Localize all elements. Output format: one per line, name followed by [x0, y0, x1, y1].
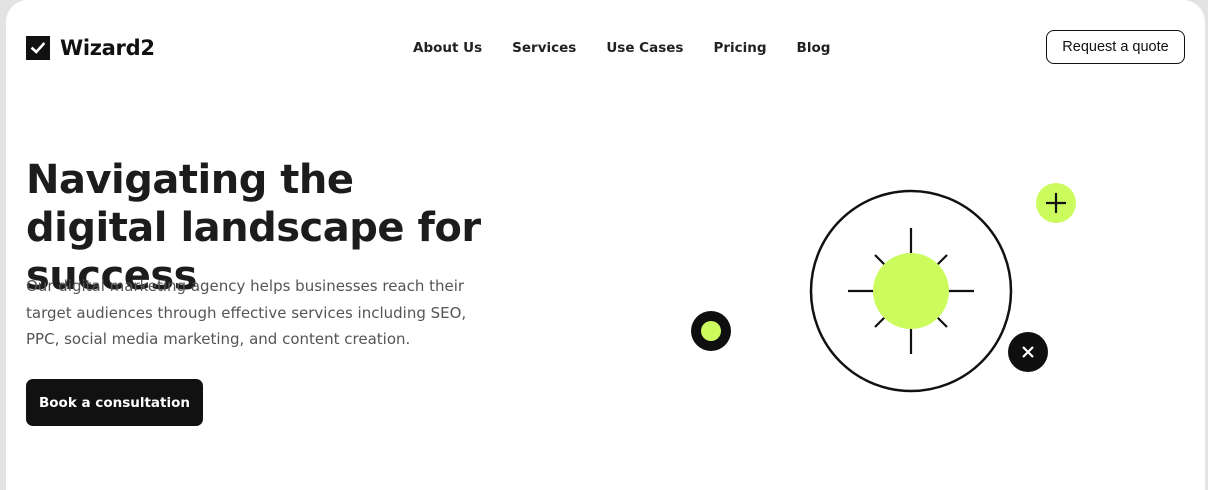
close-icon	[1008, 332, 1048, 372]
nav-use-cases[interactable]: Use Cases	[606, 40, 683, 56]
nav-pricing[interactable]: Pricing	[713, 40, 766, 56]
dot-icon	[691, 311, 731, 351]
request-quote-button[interactable]: Request a quote	[1046, 30, 1185, 64]
brand-logo[interactable]: Wizard2	[26, 36, 155, 60]
main-nav: About Us Services Use Cases Pricing Blog	[413, 40, 860, 56]
nav-about-us[interactable]: About Us	[413, 40, 482, 56]
plus-icon	[1036, 183, 1076, 223]
brand-name: Wizard2	[60, 36, 155, 60]
sun-icon	[848, 228, 974, 354]
hero-description: Our digital marketing agency helps busin…	[26, 277, 467, 348]
nav-blog[interactable]: Blog	[797, 40, 831, 56]
book-consultation-button[interactable]: Book a consultation	[26, 379, 203, 426]
hero-illustration	[691, 183, 1076, 393]
checkmark-icon	[26, 36, 50, 60]
nav-services[interactable]: Services	[512, 40, 576, 56]
page-frame: Wizard2 About Us Services Use Cases Pric…	[6, 0, 1205, 490]
